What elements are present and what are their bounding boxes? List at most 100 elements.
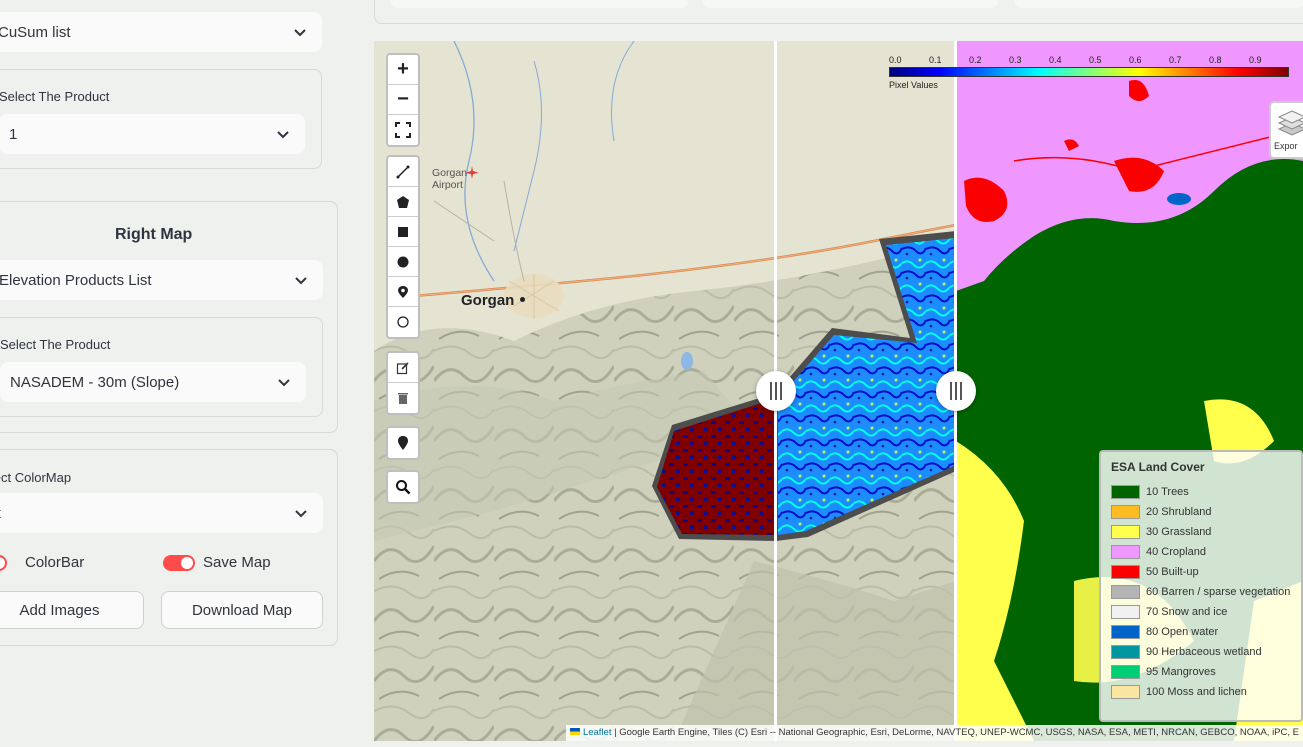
legend-item-label: 80 Open water <box>1146 626 1219 638</box>
legend-swatch <box>1111 505 1140 519</box>
legend-item-label: 100 Moss and lichen <box>1146 686 1247 698</box>
left-product-select[interactable]: 1 <box>0 114 305 154</box>
chevron-down-icon <box>294 29 306 37</box>
save-map-toggle[interactable] <box>163 555 195 571</box>
split-handle-left[interactable] <box>756 371 796 411</box>
split-handle-right[interactable] <box>936 371 976 411</box>
add-images-button-label: Add Images <box>19 601 100 619</box>
right-map-card: Right Map Elevation Products List Select… <box>0 201 338 433</box>
legend-swatch <box>1111 485 1140 499</box>
search-icon <box>396 480 411 495</box>
download-map-button[interactable]: Download Map <box>161 591 323 629</box>
legend-swatch <box>1111 525 1140 539</box>
left-product-card: Select The Product 1 <box>0 69 322 169</box>
legend-item-label: 10 Trees <box>1146 486 1189 498</box>
legend-item: 70 Snow and ice <box>1111 602 1291 622</box>
legend-item: 100 Moss and lichen <box>1111 682 1291 702</box>
grip-icon <box>780 382 782 400</box>
legend-item-label: 95 Mangroves <box>1146 666 1216 678</box>
airport-label-line2: Airport <box>432 179 463 191</box>
legend-item: 20 Shrubland <box>1111 502 1291 522</box>
polygon-icon <box>397 195 409 208</box>
draw-circle-button[interactable] <box>388 247 418 277</box>
grip-icon <box>955 382 957 400</box>
fullscreen-icon <box>395 122 411 138</box>
colorbar-toggle-label: ColorBar <box>25 554 85 571</box>
add-images-button[interactable]: Add Images <box>0 591 144 629</box>
land-cover-legend: ESA Land Cover 10 Trees 20 Shrubland 30 Gr… <box>1099 450 1303 722</box>
right-product-select-value: NASADEM - 30m (Slope) <box>10 373 180 391</box>
circlemarker-icon <box>397 316 409 328</box>
legend-swatch <box>1111 565 1140 579</box>
legend-item: 50 Built-up <box>1111 562 1291 582</box>
fullscreen-button[interactable] <box>388 115 418 145</box>
edit-layers-button[interactable] <box>388 353 418 383</box>
draw-marker-button[interactable] <box>388 277 418 307</box>
top-tab-1[interactable] <box>391 0 688 8</box>
save-map-toggle-label: Save Map <box>203 554 271 571</box>
search-button[interactable] <box>388 472 418 502</box>
legend-item-label: 30 Grassland <box>1146 526 1212 538</box>
leaflet-link[interactable]: Leaflet <box>583 727 612 738</box>
sidebar: CuSum list Select The Product 1 Right Ma… <box>0 0 352 747</box>
colorbar-tick-label: 0.9 <box>1249 55 1262 65</box>
legend-swatch <box>1111 545 1140 559</box>
download-map-button-label: Download Map <box>191 601 293 619</box>
city-label: Gorgan <box>461 292 515 309</box>
zoom-out-button[interactable]: − <box>388 85 418 115</box>
legend-item: 30 Grassland <box>1111 522 1291 542</box>
right-product-label: Select The Product <box>0 337 111 352</box>
top-panel-strip <box>374 0 1303 24</box>
legend-item: 90 Herbaceous wetland <box>1111 642 1291 662</box>
draw-rectangle-button[interactable] <box>388 217 418 247</box>
colorbar: 0.0 0.1 0.2 0.3 0.4 0.5 0.6 0.7 0.8 0.9 Pixel Val… <box>889 55 1289 95</box>
grip-icon <box>770 382 772 400</box>
legend-swatch <box>1111 625 1140 639</box>
colorbar-tick-label: 0.7 <box>1169 55 1182 65</box>
colorbar-tick-label: 0.3 <box>1009 55 1022 65</box>
left-dataset-select[interactable]: CuSum list <box>0 12 322 52</box>
left-product-select-value: 1 <box>9 125 18 143</box>
legend-item-label: 50 Built-up <box>1146 566 1199 578</box>
location-pin-icon <box>398 436 408 450</box>
locate-control <box>386 426 420 460</box>
legend-swatch <box>1111 645 1140 659</box>
legend-title: ESA Land Cover <box>1111 460 1205 474</box>
colormap-label: Select ColorMap <box>0 470 72 485</box>
layers-icon <box>1277 110 1303 136</box>
delete-layers-button[interactable] <box>388 383 418 413</box>
legend-item-label: 40 Cropland <box>1146 546 1206 558</box>
grip-icon <box>960 382 962 400</box>
colormap-select[interactable]: jet <box>0 493 323 533</box>
grip-icon <box>775 382 777 400</box>
top-tab-3[interactable] <box>1015 0 1303 8</box>
zoom-in-button[interactable]: + <box>388 55 418 85</box>
legend-item-label: 90 Herbaceous wetland <box>1146 646 1262 658</box>
rectangle-icon <box>398 226 408 237</box>
layers-control-label: Expor <box>1274 141 1298 151</box>
colormap-card: Select ColorMap jet ColorBar Save Map Ad… <box>0 449 338 646</box>
colorbar-toggle[interactable] <box>0 555 7 571</box>
draw-polygon-button[interactable] <box>388 187 418 217</box>
colorbar-tick-label: 0.6 <box>1129 55 1142 65</box>
chevron-down-icon <box>295 277 307 285</box>
legend-item: 40 Cropland <box>1111 542 1291 562</box>
split-map[interactable]: Gorgan Airport Gorgan + − 0.0 0.1 0.2 0.… <box>374 41 1303 741</box>
right-product-select[interactable]: NASADEM - 30m (Slope) <box>0 362 306 402</box>
top-tab-2[interactable] <box>703 0 998 8</box>
draw-polyline-button[interactable] <box>388 157 418 187</box>
edit-icon <box>396 361 409 374</box>
draw-circlemarker-button[interactable] <box>388 307 418 337</box>
legend-item-label: 60 Barren / sparse vegetation <box>1146 586 1291 598</box>
right-dataset-select[interactable]: Elevation Products List <box>0 260 323 300</box>
legend-items: 10 Trees 20 Shrubland 30 Grassland 40 Cropl… <box>1111 482 1291 702</box>
locate-button[interactable] <box>388 428 418 458</box>
draw-toolbar <box>386 155 420 339</box>
map-attribution: Leaflet | Google Earth Engine, Tiles (C)… <box>565 725 1303 741</box>
circle-icon <box>397 256 409 267</box>
layers-control[interactable]: Expor <box>1269 101 1303 159</box>
legend-swatch <box>1111 585 1140 599</box>
legend-item-label: 70 Snow and ice <box>1146 606 1228 618</box>
left-dataset-select-value: CuSum list <box>0 23 71 41</box>
zoom-control: + − <box>386 53 420 147</box>
